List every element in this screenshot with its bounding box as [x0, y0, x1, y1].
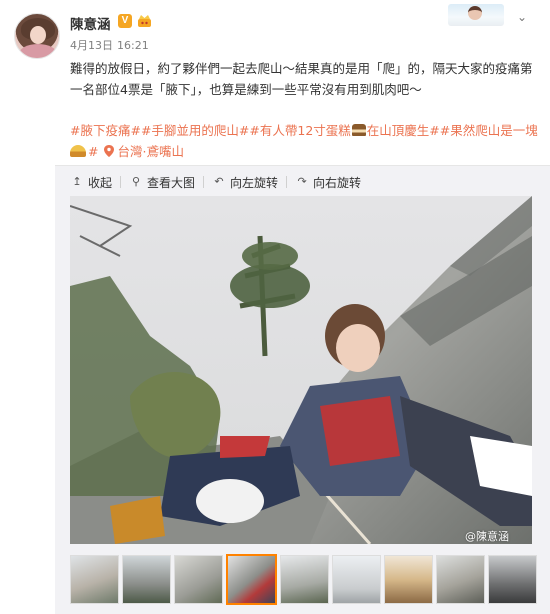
tag-link[interactable]: #果然爬山是一塊 — [440, 123, 538, 138]
rotate-right-button[interactable]: ↷ 向右旋转 — [295, 174, 361, 191]
tag-link[interactable]: #有人帶12寸蛋糕 — [249, 123, 350, 138]
username[interactable]: 陳意涵 — [70, 13, 111, 33]
rotate-right-icon: ↷ — [297, 175, 307, 188]
rotate-left-label: 向左旋转 — [230, 175, 279, 190]
thumbnail-selected[interactable] — [226, 554, 277, 605]
thumbnail[interactable] — [174, 555, 223, 604]
verified-icon: V — [118, 14, 132, 28]
avatar[interactable] — [14, 13, 60, 59]
thumbnail-strip — [70, 554, 540, 605]
location-pin-icon — [104, 145, 115, 157]
rotate-left-button[interactable]: ↶ 向左旋转 — [212, 174, 278, 191]
thumbnail[interactable] — [122, 555, 171, 604]
cake-icon — [351, 124, 366, 136]
tag-link[interactable]: 在山頂慶生# — [367, 123, 440, 138]
chevron-down-icon[interactable]: ⌄ — [517, 10, 527, 24]
post-text: 難得的放假日，約了夥伴們一起去爬山～結果真的是用「爬」的，隔天大家的疫痛第一名部… — [70, 61, 533, 97]
tag-link[interactable]: # — [88, 144, 98, 159]
photo-illustration — [70, 196, 532, 544]
thumbnail[interactable] — [332, 555, 381, 604]
rotate-right-label: 向右旋转 — [313, 175, 362, 190]
image-toolbar: ↥ 收起 ⚲ 查看大图 ↶ 向左旋转 ↷ 向右旋转 — [70, 173, 367, 191]
magnify-icon: ⚲ — [131, 175, 141, 188]
hat-emoji-icon — [70, 145, 86, 157]
post-image[interactable] — [70, 196, 532, 544]
rotate-left-icon: ↶ — [214, 175, 224, 188]
thumbnail[interactable] — [436, 555, 485, 604]
view-large-button[interactable]: ⚲ 查看大图 — [129, 174, 195, 191]
thumbnail[interactable] — [70, 555, 119, 604]
thumbnail[interactable] — [488, 555, 537, 604]
collapse-button[interactable]: ↥ 收起 — [70, 174, 112, 191]
tag-link[interactable]: #手腳並用的爬山# — [141, 123, 249, 138]
post-tags: #腋下疫痛##手腳並用的爬山##有人帶12寸蛋糕 在山頂慶生##果然爬山是一塊 — [70, 120, 540, 141]
location-link[interactable]: 台灣·鳶嘴山 — [117, 144, 183, 159]
image-watermark: @陳意涵 — [465, 530, 509, 543]
card-decoration — [448, 4, 504, 26]
post-date[interactable]: 4月13日 — [70, 39, 113, 52]
collapse-label: 收起 — [88, 175, 113, 190]
arrow-up-icon: ↥ — [72, 175, 82, 188]
thumbnail[interactable] — [280, 555, 329, 604]
view-large-label: 查看大图 — [147, 175, 196, 190]
vip-crown-icon — [138, 15, 151, 27]
post-meta: 4月13日 16:21 — [70, 37, 153, 53]
tag-link[interactable]: #腋下疫痛# — [70, 123, 141, 138]
post-tags-continued: # 台灣·鳶嘴山 — [70, 141, 184, 162]
post-time[interactable]: 16:21 — [117, 39, 149, 52]
thumbnail[interactable] — [384, 555, 433, 604]
